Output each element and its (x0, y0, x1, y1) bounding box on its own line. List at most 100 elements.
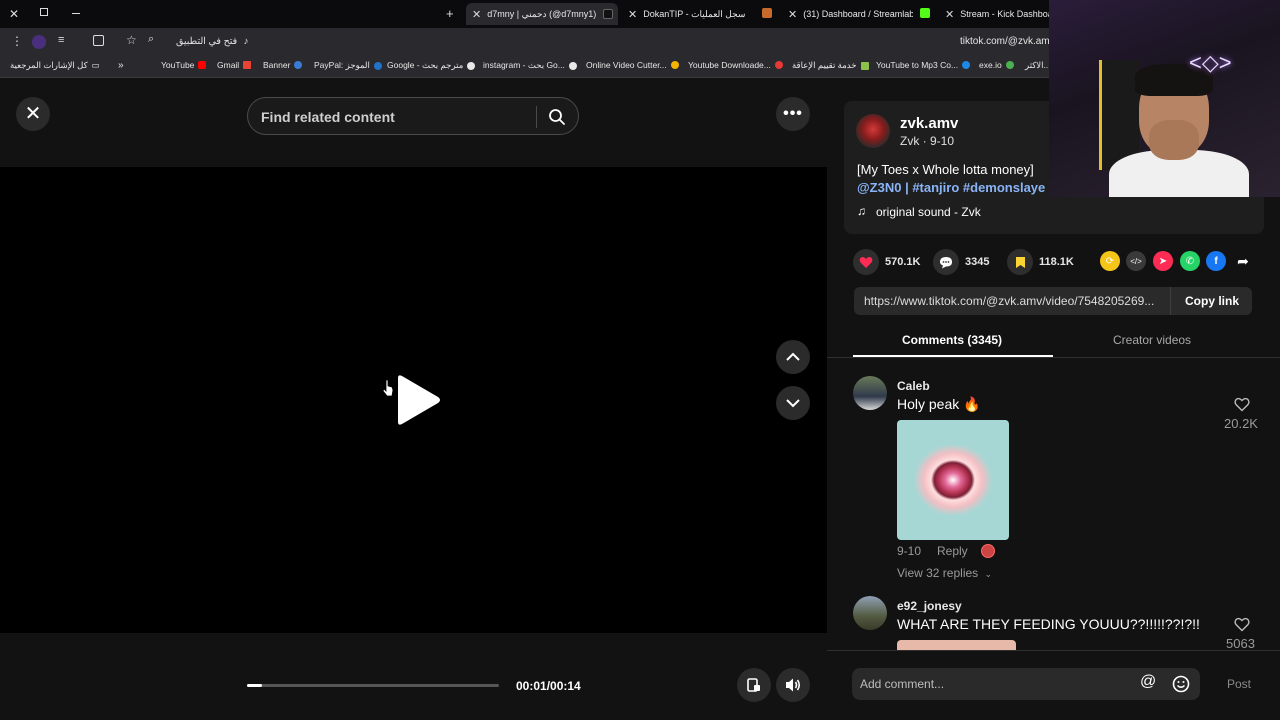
whatsapp-icon[interactable]: ✆ (1180, 251, 1200, 271)
share-arrow-icon[interactable]: ➦ (1233, 251, 1253, 271)
webcam-overlay: <◇> (1049, 0, 1280, 197)
emoji-icon[interactable] (1172, 675, 1190, 693)
commenter-avatar[interactable] (853, 376, 887, 410)
reply-button[interactable]: Reply (937, 544, 968, 558)
composer-divider (827, 650, 1280, 651)
like-stat[interactable]: 570.1K (853, 249, 920, 275)
banner-icon (294, 61, 303, 69)
find-related-search[interactable]: Find related content (247, 97, 579, 135)
add-comment-input[interactable]: Add comment... @ (852, 668, 1200, 700)
floating-player-button[interactable] (737, 668, 771, 702)
zoom-icon[interactable]: ⌕ (148, 33, 154, 46)
minimize-window-icon[interactable] (72, 13, 80, 14)
bookmark-paypal[interactable]: PayPal: الموجز (314, 60, 382, 71)
post-tags[interactable]: @Z3N0 | #tanjiro #demonslaye (857, 180, 1049, 195)
close-tab-icon[interactable]: ✕ (628, 8, 637, 21)
new-tab-button[interactable]: + (446, 6, 454, 21)
facebook-icon[interactable]: f (1206, 251, 1226, 271)
tab-label: DokanTIP - سجل العمليات (643, 8, 746, 19)
progress-track[interactable] (247, 684, 499, 687)
video-cutter-icon (670, 61, 679, 69)
copy-link-button[interactable]: Copy link (1185, 294, 1239, 308)
volume-button[interactable] (776, 668, 810, 702)
save-count: 118.1K (1039, 256, 1074, 268)
bookmark-more[interactable]: الاكثر... (1025, 60, 1051, 71)
tab-label: Stream - Kick Dashboard (960, 9, 1049, 19)
sound-name[interactable]: original sound - Zvk (876, 205, 981, 219)
tab-streamlabs[interactable]: ✕ (31) Dashboard / Streamlabs (788, 3, 913, 25)
search-icon[interactable] (548, 108, 566, 126)
search-divider (536, 106, 537, 128)
close-window-icon[interactable]: ✕ (9, 7, 19, 21)
bookmark-youtube-downloader[interactable]: Youtube Downloade... (688, 60, 783, 70)
comment-bubble-icon[interactable] (933, 249, 959, 275)
bookmark-disability-service[interactable]: خدمة تقييم الإعاقة (792, 60, 869, 71)
tab-d7mny[interactable]: ✕ d7mny | دحمني (@d7mny1) | Ti (466, 3, 618, 25)
search-input[interactable]: Find related content (261, 109, 395, 125)
save-stat[interactable]: 118.1K (1007, 249, 1074, 275)
mention-icon[interactable]: @ (1140, 673, 1156, 691)
bookmarks-overflow-button[interactable]: » (118, 60, 124, 71)
mouse-cursor-icon (382, 379, 394, 397)
bookmark-youtube-mp3[interactable]: YouTube to Mp3 Co... (876, 60, 971, 70)
chevron-down-icon (786, 399, 800, 408)
comment-count: 3345 (965, 256, 990, 268)
comment-image[interactable] (897, 420, 1009, 540)
play-icon[interactable] (394, 374, 442, 426)
bookmark-google-translate[interactable]: Google - مترجم بحث (387, 60, 476, 71)
google-icon (568, 61, 577, 70)
comment-like-count: 5063 (1226, 636, 1255, 651)
bookmark-exeio[interactable]: exe.io (979, 60, 1014, 70)
author-username[interactable]: zvk.amv (900, 115, 958, 132)
tab-search-icon[interactable]: ≡ (58, 34, 64, 46)
close-tab-icon[interactable]: ✕ (945, 8, 954, 21)
previous-video-button[interactable] (776, 340, 810, 374)
profile-avatar[interactable] (32, 35, 46, 49)
comment-text: WHAT ARE THEY FEEDING YOUUU??!!!!!??!?!! (897, 616, 1200, 632)
comment-author[interactable]: Caleb (897, 379, 930, 393)
bookmark-youtube[interactable]: YouTube (161, 60, 207, 70)
volume-icon (786, 678, 801, 692)
repost-icon[interactable]: ⟳ (1100, 251, 1120, 271)
embed-code-icon[interactable]: </> (1126, 251, 1146, 271)
author-avatar[interactable] (856, 114, 890, 148)
bookmark-video-cutter[interactable]: Online Video Cutter... (586, 60, 679, 70)
tab-favicon-icon[interactable] (762, 8, 772, 18)
restore-window-icon[interactable] (40, 8, 48, 16)
tab-dokantip[interactable]: ✕ DokanTIP - سجل العمليات (628, 3, 758, 25)
tab-creator-videos[interactable]: Creator videos (1113, 333, 1191, 347)
comment-like-count: 20.2K (1224, 416, 1258, 431)
commenter-avatar[interactable] (853, 596, 887, 630)
heart-icon[interactable] (853, 249, 879, 275)
bookmark-banner[interactable]: Banner (263, 60, 303, 70)
comment-text: Holy peak 🔥 (897, 396, 981, 412)
comment-stat[interactable]: 3345 (933, 249, 989, 275)
downloader-icon (774, 61, 783, 69)
comment-like-icon[interactable] (1234, 617, 1250, 632)
menu-kebab-icon[interactable]: ⋮ (11, 34, 23, 48)
close-button[interactable]: ✕ (16, 97, 50, 131)
tab-comments[interactable]: Comments (3345) (902, 333, 1002, 347)
bookmark-gmail[interactable]: Gmail (217, 60, 252, 70)
tab-favicon-icon[interactable] (920, 8, 930, 18)
comment-author[interactable]: e92_jonesy (897, 599, 962, 613)
bookmark-star-icon[interactable]: ☆ (126, 33, 137, 47)
comment-like-icon[interactable] (1234, 397, 1250, 412)
open-in-app-button[interactable]: فتح في التطبيق ♪ (176, 36, 249, 47)
url-field[interactable]: tiktok.com/@zvk.amv (960, 36, 1055, 47)
comment-image[interactable] (897, 640, 1016, 650)
bookmark-instagram[interactable]: instagram - بحث Go... (483, 60, 577, 71)
view-replies-button[interactable]: View 32 replies ⌄ (897, 566, 992, 580)
tab-kick[interactable]: ✕ Stream - Kick Dashboard (945, 3, 1049, 25)
like-count: 570.1K (885, 256, 921, 268)
bookmark-icon[interactable] (1007, 249, 1033, 275)
bookmark-all-folder[interactable]: كل الإشارات المرجعية ▭ (10, 60, 100, 71)
send-to-friends-icon[interactable]: ➤ (1153, 251, 1173, 271)
post-caption: [My Toes x Whole lotta money] (857, 162, 1034, 177)
post-comment-button[interactable]: Post (1227, 677, 1251, 691)
more-options-button[interactable]: ••• (776, 97, 810, 131)
close-tab-icon[interactable]: ✕ (788, 8, 797, 21)
next-video-button[interactable] (776, 386, 810, 420)
extensions-icon[interactable] (93, 35, 104, 46)
close-tab-icon[interactable]: ✕ (472, 8, 481, 21)
